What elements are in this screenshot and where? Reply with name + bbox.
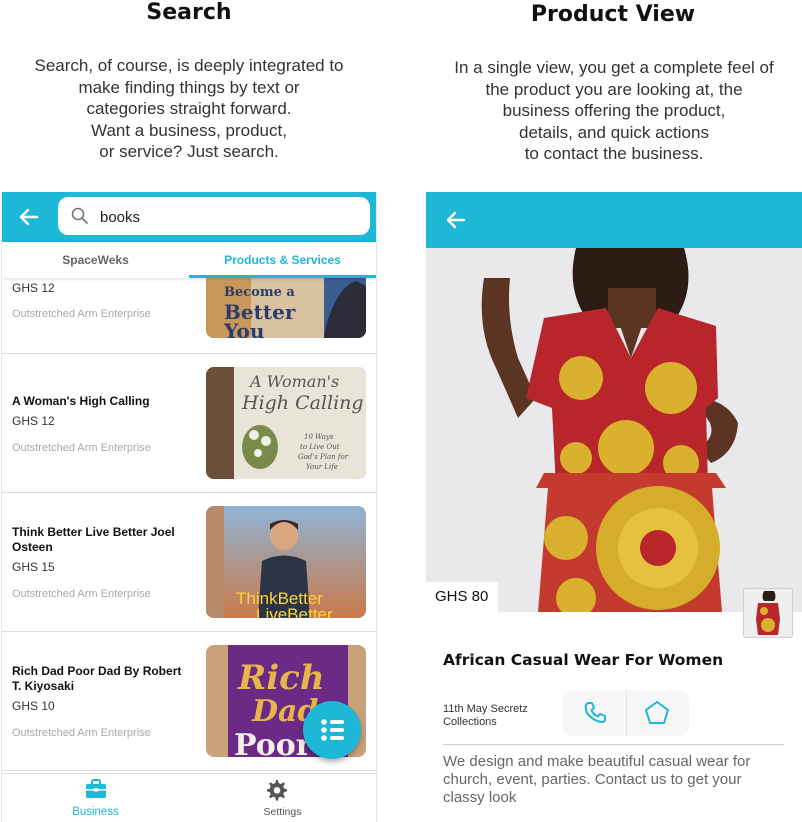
gear-icon	[265, 779, 287, 806]
left-panel-description: Search, of course, is deeply integrated …	[34, 56, 344, 161]
item-price: GHS 10	[12, 699, 55, 713]
svg-text:Your Life: Your Life	[306, 463, 338, 471]
product-name: African Casual Wear For Women	[443, 651, 724, 669]
search-results-list: GHS 12 Outstretched Arm Enterprise Becom…	[2, 278, 376, 773]
tab-spaceweks[interactable]: SpaceWeks	[2, 242, 189, 278]
item-price: GHS 15	[12, 560, 55, 574]
item-price: GHS 12	[12, 281, 55, 295]
svg-text:God's Plan for: God's Plan for	[298, 453, 349, 461]
nav-settings-label: Settings	[263, 806, 302, 818]
item-title: Rich Dad Poor Dad By Robert T. Kiyosaki	[12, 664, 182, 693]
back-arrow-icon[interactable]	[16, 204, 42, 230]
list-item[interactable]: Think Better Live Better Joel Osteen GHS…	[2, 493, 376, 632]
search-screen: SpaceWeks Products & Services GHS 12 Out…	[1, 192, 377, 822]
pentagon-icon	[644, 700, 670, 731]
item-business: Outstretched Arm Enterprise	[12, 308, 151, 320]
item-business: Outstretched Arm Enterprise	[12, 442, 151, 454]
book-cover-image: Become a Better You	[206, 278, 366, 338]
quick-actions	[563, 690, 689, 736]
item-business: Outstretched Arm Enterprise	[12, 727, 151, 739]
phone-icon	[583, 701, 607, 730]
nav-business[interactable]: Business	[2, 774, 189, 822]
search-box[interactable]	[58, 197, 370, 237]
item-title: A Woman's High Calling	[12, 394, 150, 408]
item-price: GHS 12	[12, 414, 55, 428]
svg-text:Become a: Become a	[224, 285, 295, 300]
briefcase-icon	[85, 779, 107, 804]
svg-text:10 Ways: 10 Ways	[304, 433, 334, 441]
book-cover-image: A Woman's High Calling 10 Ways to Live O…	[206, 367, 366, 479]
product-thumbnail[interactable]	[743, 588, 793, 638]
item-business: Outstretched Arm Enterprise	[12, 588, 151, 600]
book-cover-image: ThinkBetter LiveBetter	[206, 506, 366, 618]
list-menu-icon	[303, 719, 361, 763]
right-panel-title: Product View	[530, 2, 696, 27]
product-price: GHS 80	[426, 582, 499, 612]
left-panel-title: Search	[146, 0, 232, 25]
product-app-bar	[426, 192, 802, 248]
svg-text:to Live Out: to Live Out	[300, 443, 340, 451]
nav-settings[interactable]: Settings	[189, 774, 376, 822]
nav-business-label: Business	[72, 806, 119, 818]
divider	[443, 744, 784, 745]
item-title: Think Better Live Better Joel Osteen	[12, 525, 175, 554]
svg-text:Rich: Rich	[237, 658, 325, 698]
call-button[interactable]	[563, 690, 627, 736]
list-item[interactable]: GHS 12 Outstretched Arm Enterprise Becom…	[2, 278, 376, 354]
search-input[interactable]	[98, 197, 362, 237]
product-business[interactable]: 11th May Secretz Collections	[443, 703, 553, 729]
product-screen: GHS 80 African Casual Wear For Women 11t…	[426, 192, 802, 822]
svg-text:High Calling: High Calling	[241, 392, 364, 414]
back-arrow-icon[interactable]	[443, 207, 469, 238]
search-app-bar	[2, 192, 376, 242]
product-description: We design and make beautiful casual wear…	[443, 753, 751, 806]
product-image[interactable]	[426, 248, 802, 612]
right-panel-description: In a single view, you get a complete fee…	[454, 58, 774, 163]
list-item[interactable]: A Woman's High Calling GHS 12 Outstretch…	[2, 354, 376, 493]
search-icon	[70, 206, 90, 226]
svg-text:A Woman's: A Woman's	[248, 372, 339, 391]
result-tabs: SpaceWeks Products & Services	[2, 242, 376, 278]
svg-text:LiveBetter: LiveBetter	[256, 605, 333, 618]
location-button[interactable]	[626, 690, 689, 736]
filter-fab[interactable]	[303, 701, 361, 759]
tab-products-services[interactable]: Products & Services	[189, 242, 376, 278]
svg-text:You: You	[223, 319, 264, 338]
bottom-nav: Business Settings	[2, 773, 376, 822]
